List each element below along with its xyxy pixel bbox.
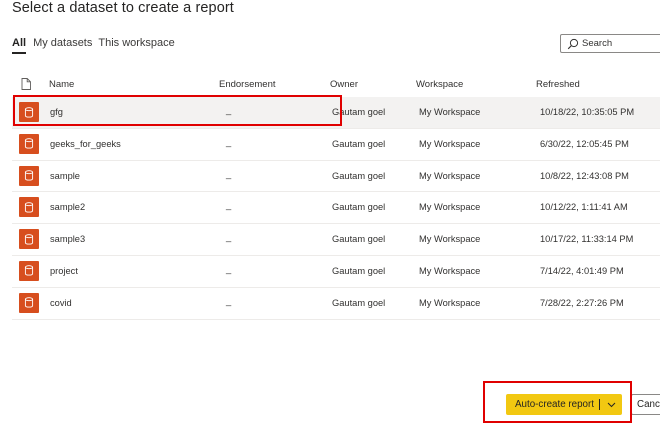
auto-create-report-label: Auto-create report bbox=[515, 399, 594, 410]
owner-value: Gautam goel bbox=[332, 234, 386, 245]
table-row[interactable]: project _ Gautam goel My Workspace 7/14/… bbox=[12, 256, 660, 288]
dataset-icon bbox=[19, 292, 39, 313]
endorsement-value: _ bbox=[226, 232, 232, 243]
workspace-value: My Workspace bbox=[419, 107, 481, 117]
dataset-name: sample3 bbox=[50, 234, 86, 245]
auto-create-report-button[interactable]: Auto-create report bbox=[506, 394, 622, 415]
owner-value: Gautam goel bbox=[332, 107, 386, 117]
split-divider bbox=[599, 399, 600, 410]
chevron-down-icon[interactable] bbox=[607, 400, 616, 409]
column-header-name[interactable]: Name bbox=[49, 79, 74, 90]
endorsement-value: _ bbox=[226, 295, 232, 306]
tab-my-datasets[interactable]: My datasets bbox=[33, 37, 92, 54]
dataset-name: gfg bbox=[50, 107, 63, 117]
endorsement-value: _ bbox=[226, 168, 232, 179]
refreshed-value: 7/14/22, 4:01:49 PM bbox=[540, 265, 624, 276]
refreshed-value: 10/12/22, 1:11:41 AM bbox=[540, 202, 628, 213]
refreshed-value: 10/18/22, 10:35:05 PM bbox=[540, 107, 635, 117]
dataset-icon bbox=[19, 197, 39, 218]
column-header-endorsement[interactable]: Endorsement bbox=[219, 79, 276, 90]
search-placeholder: Search bbox=[582, 38, 613, 49]
owner-value: Gautam goel bbox=[332, 138, 386, 149]
dataset-name: geeks_for_geeks bbox=[50, 138, 121, 149]
owner-value: Gautam goel bbox=[332, 265, 386, 276]
search-input[interactable]: Search bbox=[560, 34, 660, 53]
cancel-button[interactable]: Cancel bbox=[631, 394, 660, 415]
column-header-workspace[interactable]: Workspace bbox=[416, 79, 463, 90]
dataset-icon bbox=[19, 229, 39, 250]
endorsement-value: _ bbox=[226, 263, 232, 274]
tab-this-workspace[interactable]: This workspace bbox=[98, 37, 174, 54]
dataset-name: sample bbox=[50, 170, 80, 181]
dataset-icon bbox=[19, 102, 39, 122]
dataset-icon bbox=[19, 133, 39, 154]
refreshed-value: 6/30/22, 12:05:45 PM bbox=[540, 138, 629, 149]
owner-value: Gautam goel bbox=[332, 202, 386, 213]
dataset-filter-tabs: All My datasets This workspace bbox=[12, 37, 181, 54]
dataset-icon bbox=[19, 260, 39, 281]
search-icon bbox=[567, 38, 579, 49]
table-row[interactable]: sample3 _ Gautam goel My Workspace 10/17… bbox=[12, 224, 660, 256]
endorsement-value: _ bbox=[226, 105, 232, 115]
refreshed-value: 10/17/22, 11:33:14 PM bbox=[540, 234, 634, 245]
workspace-value: My Workspace bbox=[419, 170, 481, 181]
table-row[interactable]: sample2 _ Gautam goel My Workspace 10/12… bbox=[12, 192, 660, 225]
owner-value: Gautam goel bbox=[332, 170, 386, 181]
file-icon bbox=[21, 78, 31, 90]
tab-all[interactable]: All bbox=[12, 37, 27, 54]
refreshed-value: 7/28/22, 2:27:26 PM bbox=[540, 297, 624, 308]
endorsement-value: _ bbox=[226, 136, 232, 147]
dataset-name: covid bbox=[50, 297, 72, 308]
workspace-value: My Workspace bbox=[419, 202, 481, 213]
dataset-name: sample2 bbox=[50, 202, 86, 213]
dataset-name: project bbox=[50, 265, 78, 276]
table-row[interactable]: gfg _ Gautam goel My Workspace 10/18/22,… bbox=[12, 97, 660, 129]
workspace-value: My Workspace bbox=[419, 297, 481, 308]
column-header-owner[interactable]: Owner bbox=[330, 79, 358, 90]
table-header: Name Endorsement Owner Workspace Refresh… bbox=[12, 72, 660, 96]
workspace-value: My Workspace bbox=[419, 265, 481, 276]
dataset-table: gfg _ Gautam goel My Workspace 10/18/22,… bbox=[12, 97, 660, 320]
refreshed-value: 10/8/22, 12:43:08 PM bbox=[540, 170, 629, 181]
table-row[interactable]: covid _ Gautam goel My Workspace 7/28/22… bbox=[12, 288, 660, 320]
workspace-value: My Workspace bbox=[419, 138, 481, 149]
workspace-value: My Workspace bbox=[419, 234, 481, 245]
table-row[interactable]: sample _ Gautam goel My Workspace 10/8/2… bbox=[12, 161, 660, 193]
endorsement-value: _ bbox=[226, 200, 232, 211]
dialog-title: Select a dataset to create a report bbox=[12, 0, 234, 16]
dataset-icon bbox=[19, 165, 39, 186]
owner-value: Gautam goel bbox=[332, 297, 386, 308]
table-row[interactable]: geeks_for_geeks _ Gautam goel My Workspa… bbox=[12, 129, 660, 161]
column-header-refreshed[interactable]: Refreshed bbox=[536, 79, 580, 90]
